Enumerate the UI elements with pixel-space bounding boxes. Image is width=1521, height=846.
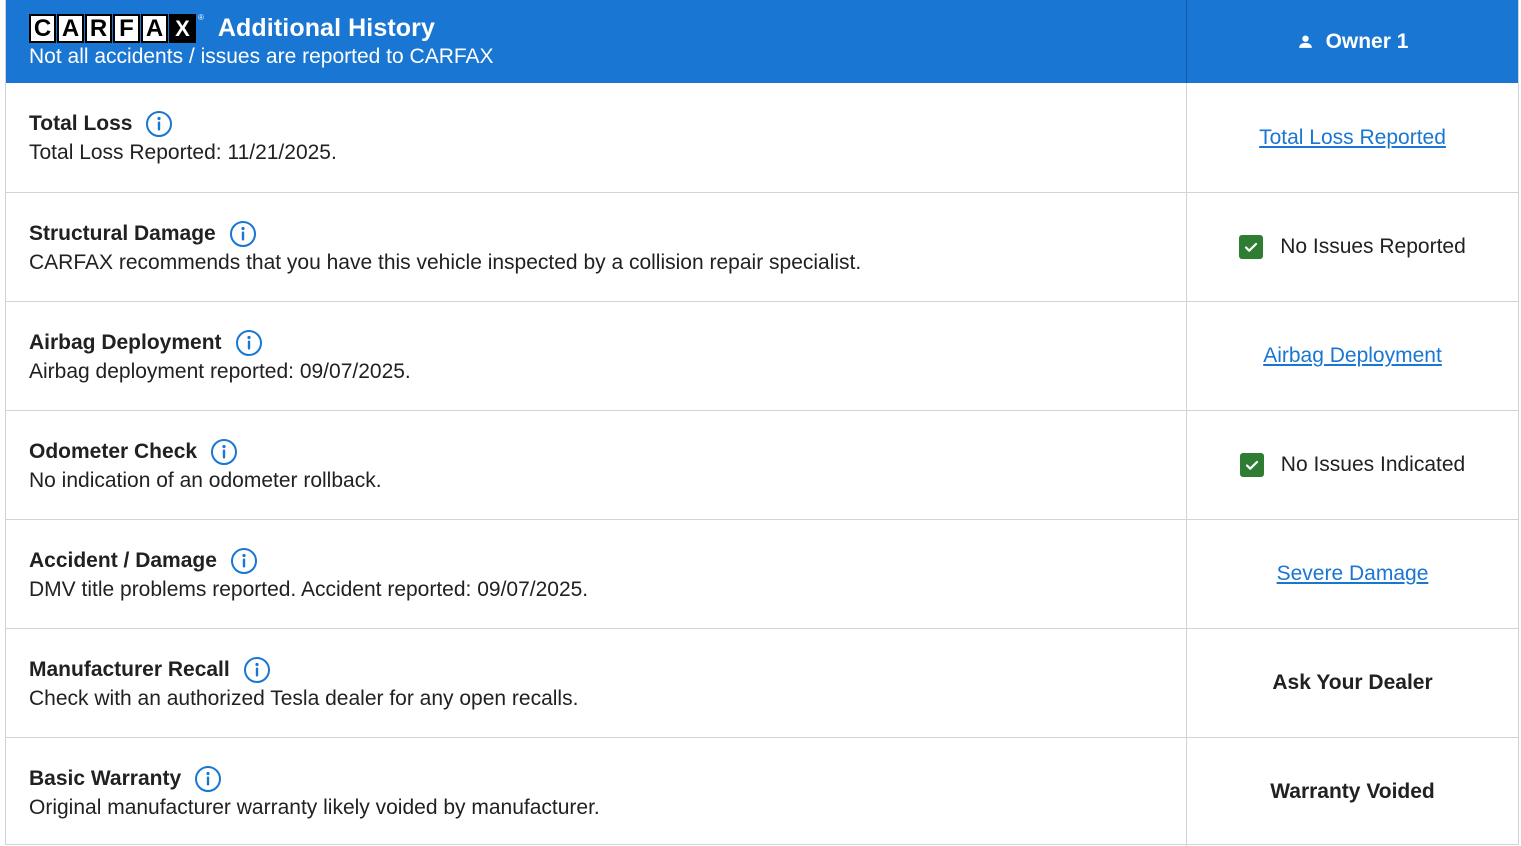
basic-warranty-owner-1-status: Warranty Voided	[1187, 738, 1518, 846]
header-subtitle: Not all accidents / issues are reported …	[29, 45, 494, 68]
history-row-structural-damage: Structural Damage CARFAX recommends that…	[6, 192, 1518, 301]
airbag-deployment-status-link[interactable]: Airbag Deployment	[1263, 344, 1442, 368]
airbag-deployment-title: Airbag Deployment	[29, 331, 222, 354]
structural-damage-owner-1-status: No Issues Reported	[1187, 193, 1518, 301]
logo-letter-r: R	[85, 14, 112, 43]
info-circle-icon[interactable]	[210, 438, 238, 466]
history-row-basic-warranty: Basic Warranty Original manufacturer war…	[6, 737, 1518, 846]
basic-warranty-title: Basic Warranty	[29, 767, 182, 790]
odometer-check-owner-1-status: No Issues Indicated	[1187, 411, 1518, 519]
carfax-logo: C A R F A X ®	[29, 13, 204, 45]
manufacturer-recall-owner-1-status: Ask Your Dealer	[1187, 629, 1518, 737]
basic-warranty-title-line: Basic Warranty	[29, 763, 1186, 795]
accident-damage-title-line: Accident / Damage	[29, 545, 1186, 577]
accident-damage-owner-1-status: Severe Damage	[1187, 520, 1518, 628]
structural-damage-title: Structural Damage	[29, 222, 216, 245]
header-title-line: C A R F A X ® Additional History	[29, 11, 1186, 46]
logo-registered-mark: ®	[198, 12, 204, 22]
odometer-check-status-text: No Issues Indicated	[1280, 453, 1466, 476]
history-rows: Total Loss Total Loss Reported: 11/21/20…	[6, 83, 1518, 846]
info-circle-icon[interactable]	[229, 220, 257, 248]
checkmark-icon	[1239, 235, 1264, 259]
logo-letter-x: X	[169, 14, 196, 43]
odometer-check-status: No Issues Indicated	[1239, 453, 1466, 477]
total-loss-description: Total Loss Reported: 11/21/2025.	[29, 141, 337, 164]
odometer-check-description: No indication of an odometer rollback.	[29, 469, 382, 492]
total-loss-owner-1-status: Total Loss Reported	[1187, 83, 1518, 192]
basic-warranty-details: Basic Warranty Original manufacturer war…	[6, 738, 1187, 846]
person-icon	[1297, 33, 1314, 50]
odometer-check-details: Odometer Check No indication of an odome…	[6, 411, 1187, 519]
owner-column-header: Owner 1	[1187, 0, 1518, 83]
additional-history-report: C A R F A X ® Additional History Not all…	[5, 0, 1519, 846]
manufacturer-recall-description: Check with an authorized Tesla dealer fo…	[29, 687, 579, 710]
history-row-odometer-check: Odometer Check No indication of an odome…	[6, 410, 1518, 519]
manufacturer-recall-details: Manufacturer Recall Check with an author…	[6, 629, 1187, 737]
report-header: C A R F A X ® Additional History Not all…	[6, 0, 1518, 83]
total-loss-details: Total Loss Total Loss Reported: 11/21/20…	[6, 83, 1187, 192]
odometer-check-title-line: Odometer Check	[29, 436, 1186, 468]
structural-damage-status-text: No Issues Reported	[1280, 235, 1466, 258]
logo-letter-a2: A	[141, 14, 168, 43]
structural-damage-title-line: Structural Damage	[29, 218, 1186, 250]
accident-damage-description: DMV title problems reported. Accident re…	[29, 578, 589, 601]
history-row-total-loss: Total Loss Total Loss Reported: 11/21/20…	[6, 83, 1518, 192]
header-title-block: C A R F A X ® Additional History Not all…	[6, 0, 1187, 83]
total-loss-title-line: Total Loss	[29, 108, 1186, 140]
airbag-deployment-description: Airbag deployment reported: 09/07/2025.	[29, 360, 411, 383]
manufacturer-recall-status-text: Ask Your Dealer	[1272, 671, 1433, 694]
manufacturer-recall-title-line: Manufacturer Recall	[29, 654, 1186, 686]
logo-letter-a: A	[57, 14, 84, 43]
airbag-deployment-title-line: Airbag Deployment	[29, 327, 1186, 359]
manufacturer-recall-title: Manufacturer Recall	[29, 658, 230, 681]
info-circle-icon[interactable]	[243, 656, 271, 684]
logo-letter-c: C	[29, 14, 56, 43]
airbag-deployment-details: Airbag Deployment Airbag deployment repo…	[6, 302, 1187, 410]
total-loss-title: Total Loss	[29, 112, 133, 135]
history-row-accident-damage: Accident / Damage DMV title problems rep…	[6, 519, 1518, 628]
logo-letter-f: F	[113, 14, 140, 43]
info-circle-icon[interactable]	[230, 547, 258, 575]
owner-label: Owner 1	[1325, 29, 1409, 53]
structural-damage-status: No Issues Reported	[1239, 235, 1466, 259]
info-circle-icon[interactable]	[235, 329, 263, 357]
history-row-manufacturer-recall: Manufacturer Recall Check with an author…	[6, 628, 1518, 737]
structural-damage-details: Structural Damage CARFAX recommends that…	[6, 193, 1187, 301]
airbag-deployment-owner-1-status: Airbag Deployment	[1187, 302, 1518, 410]
info-circle-icon[interactable]	[194, 765, 222, 793]
header-title: Additional History	[217, 14, 435, 42]
structural-damage-description: CARFAX recommends that you have this veh…	[29, 251, 862, 274]
total-loss-status-link[interactable]: Total Loss Reported	[1259, 126, 1446, 150]
info-circle-icon[interactable]	[145, 110, 173, 138]
basic-warranty-status-text: Warranty Voided	[1270, 780, 1435, 803]
accident-damage-status-link[interactable]: Severe Damage	[1277, 562, 1429, 586]
odometer-check-title: Odometer Check	[29, 440, 198, 463]
checkmark-icon	[1239, 453, 1264, 477]
accident-damage-details: Accident / Damage DMV title problems rep…	[6, 520, 1187, 628]
basic-warranty-description: Original manufacturer warranty likely vo…	[29, 796, 600, 819]
history-row-airbag-deployment: Airbag Deployment Airbag deployment repo…	[6, 301, 1518, 410]
accident-damage-title: Accident / Damage	[29, 549, 217, 572]
